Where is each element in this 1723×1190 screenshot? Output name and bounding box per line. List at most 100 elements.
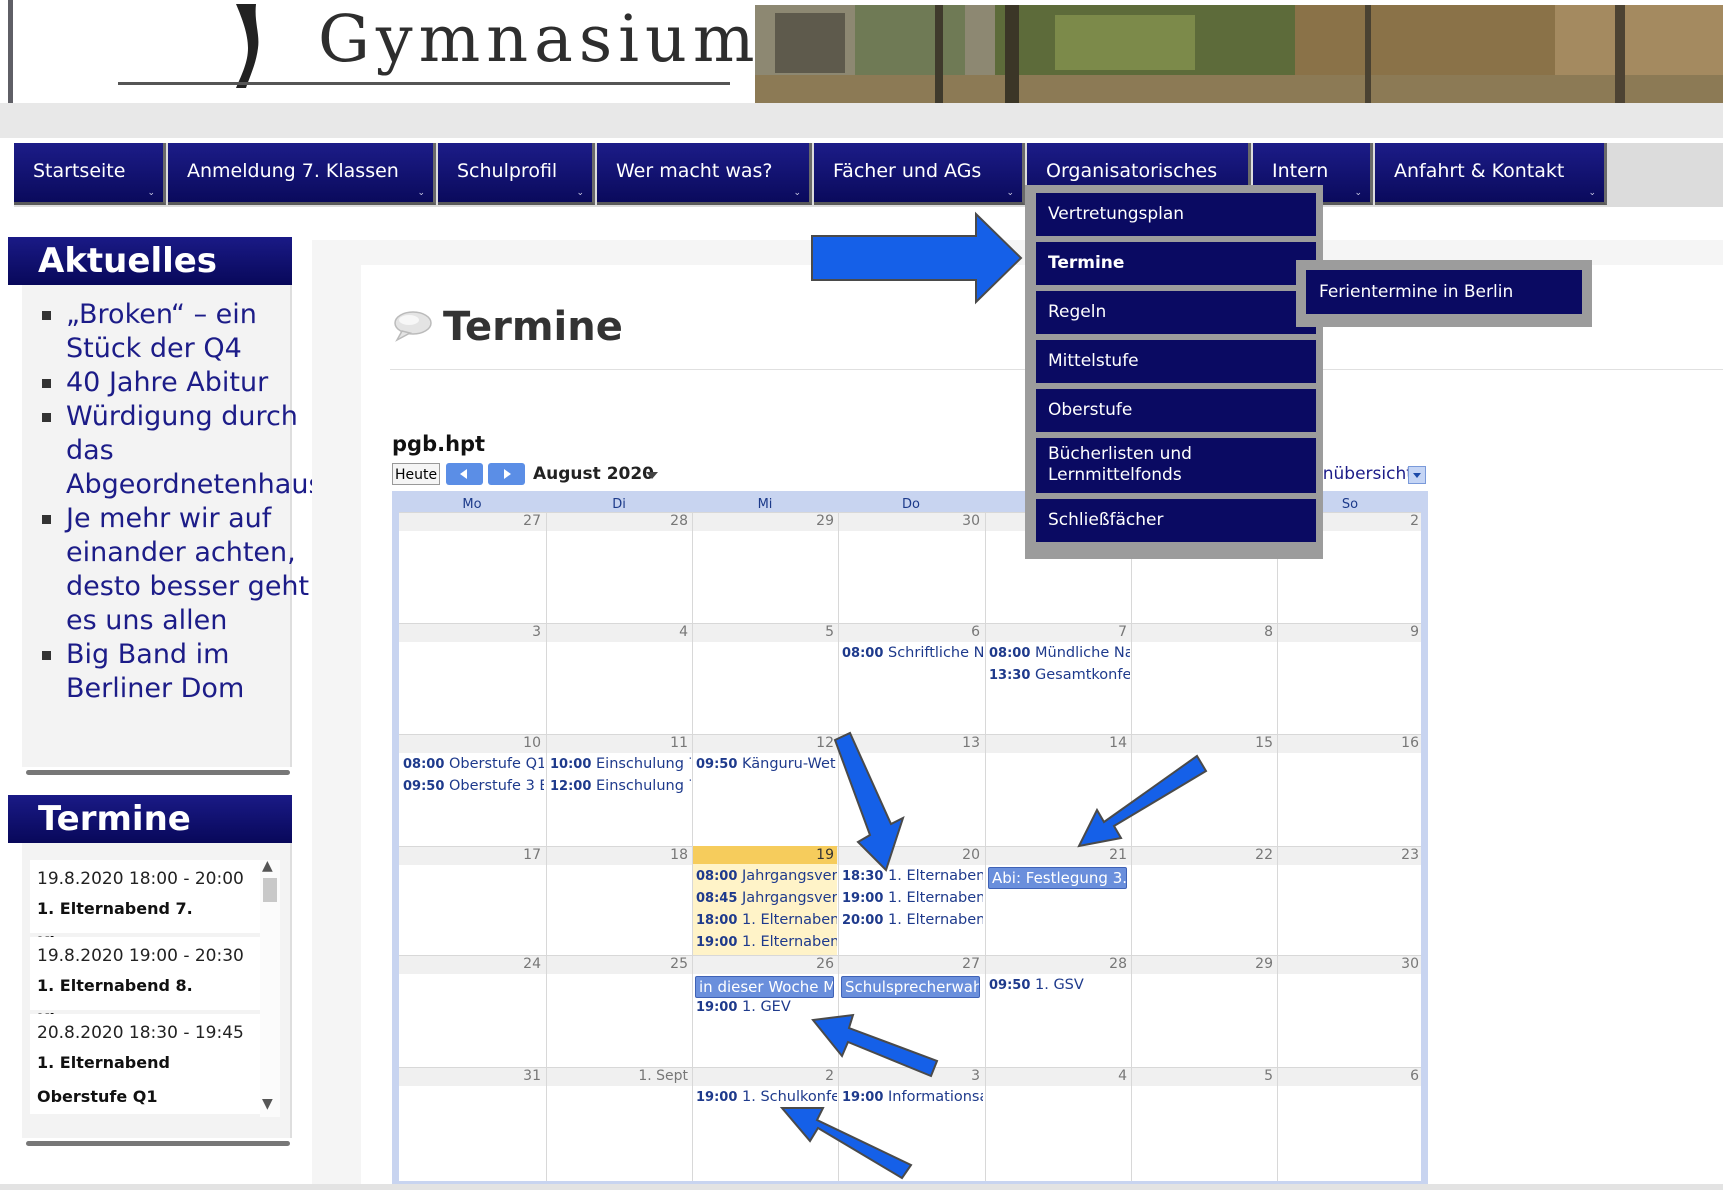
menu-item-oberstufe[interactable]: Oberstufe <box>1036 389 1316 432</box>
next-month-button[interactable] <box>488 463 525 485</box>
calendar-event[interactable]: 09:50 Oberstufe 3 E <box>403 778 544 794</box>
nav-faecher[interactable]: Fächer und AGs ⌄ <box>814 143 1025 205</box>
calendar-event[interactable]: 19:00 Informationsa <box>842 1089 983 1105</box>
day-number[interactable]: 7 <box>985 624 1127 640</box>
day-number[interactable]: 21 <box>985 847 1127 863</box>
menu-item-regeln[interactable]: Regeln <box>1036 291 1316 334</box>
menu-item-ferientermine[interactable]: Ferientermine in Berlin <box>1306 270 1582 314</box>
day-number[interactable]: 31 <box>399 1068 541 1084</box>
allday-event[interactable]: in dieser Woche M <box>695 976 834 998</box>
day-number[interactable]: 16 <box>1277 735 1419 751</box>
calendar-event[interactable]: 19:00 1. Schulkonfe <box>696 1089 837 1105</box>
day-number[interactable]: 20 <box>838 847 980 863</box>
calendar-event[interactable]: 09:50 Känguru-Wet <box>696 756 837 772</box>
weekday-label: Di <box>612 497 626 512</box>
day-number[interactable]: 23 <box>1277 847 1419 863</box>
day-number[interactable]: 24 <box>399 956 541 972</box>
day-number[interactable]: 19 <box>692 847 834 863</box>
calendar-event[interactable]: 19:00 1. GEV <box>696 999 837 1015</box>
nav-anfahrt-kontakt[interactable]: Anfahrt & Kontakt ⌄ <box>1375 143 1607 205</box>
nav-anmeldung[interactable]: Anmeldung 7. Klassen ⌄ <box>168 143 436 205</box>
calendar-event[interactable]: 08:00 Mündliche Nac <box>989 645 1130 661</box>
termin-entry[interactable]: 20.8.2020 18:30 - 19:45 1. Elternabend O… <box>30 1014 262 1114</box>
day-number[interactable]: 2 <box>692 1068 834 1084</box>
month-dropdown-icon[interactable] <box>646 472 658 479</box>
day-number[interactable]: 25 <box>546 956 688 972</box>
calendar-event[interactable]: 18:00 1. Elternabend <box>696 912 837 928</box>
day-number[interactable]: 15 <box>1131 735 1273 751</box>
menu-item-mittelstufe[interactable]: Mittelstufe <box>1036 340 1316 383</box>
news-link[interactable]: Würdigung durch das Abgeordnetenhaus <box>38 400 323 502</box>
nav-startseite[interactable]: Startseite ⌄ <box>14 143 166 205</box>
day-number[interactable]: 29 <box>1131 956 1273 972</box>
view-mode-label[interactable]: inübersicht <box>1318 464 1413 484</box>
calendar-event[interactable]: 18:30 1. Elternabend <box>842 868 983 884</box>
day-number[interactable]: 6 <box>1277 1068 1419 1084</box>
event-time: 08:00 <box>696 869 738 884</box>
calendar-event[interactable]: 19:00 1. Elternabend <box>842 890 983 906</box>
menu-item-label: Oberstufe <box>1048 400 1133 420</box>
termin-entry[interactable]: 19.8.2020 19:00 - 20:30 1. Elternabend 8… <box>30 937 262 1029</box>
day-number[interactable]: 3 <box>399 624 541 640</box>
nav-schulprofil[interactable]: Schulprofil ⌄ <box>438 143 595 205</box>
scroll-up-icon[interactable]: ▲ <box>262 858 273 874</box>
allday-event[interactable]: Abi: Festlegung 3. <box>988 867 1127 889</box>
day-number[interactable]: 14 <box>985 735 1127 751</box>
news-link[interactable]: „Broken“ – ein Stück der Q4 <box>38 298 318 366</box>
nav-wer-macht-was[interactable]: Wer macht was? ⌄ <box>597 143 812 205</box>
view-dropdown-icon[interactable] <box>1408 466 1426 484</box>
day-number[interactable]: 26 <box>692 956 834 972</box>
day-number[interactable]: 30 <box>1277 956 1419 972</box>
calendar-event[interactable]: 13:30 Gesamtkonfer <box>989 667 1130 683</box>
day-number[interactable]: 22 <box>1131 847 1273 863</box>
day-number[interactable]: 3 <box>838 1068 980 1084</box>
calendar-event[interactable]: 08:00 Jahrgangsver <box>696 868 837 884</box>
news-link[interactable]: 40 Jahre Abitur <box>38 366 318 400</box>
day-number[interactable]: 28 <box>546 513 688 529</box>
calendar-event[interactable]: 12:00 Einschulung 7 <box>550 778 691 794</box>
today-button[interactable]: Heute <box>392 463 440 485</box>
news-link[interactable]: Je mehr wir auf einander achten, desto b… <box>38 502 318 638</box>
day-number[interactable]: 4 <box>985 1068 1127 1084</box>
day-number[interactable]: 1. Sept <box>546 1068 688 1084</box>
calendar-event[interactable]: 19:00 1. Elternabend <box>696 934 837 950</box>
day-number[interactable]: 27 <box>838 956 980 972</box>
news-link[interactable]: Big Band im Berliner Dom <box>38 638 318 706</box>
calendar-event[interactable]: 20:00 1. Elternabend <box>842 912 983 928</box>
prev-month-button[interactable] <box>446 463 483 485</box>
day-number[interactable]: 10 <box>399 735 541 751</box>
scrollbar-thumb[interactable] <box>263 878 277 902</box>
allday-event[interactable]: Schulsprecherwah <box>841 976 980 998</box>
day-number[interactable]: 9 <box>1277 624 1419 640</box>
event-time: 19:00 <box>842 1090 884 1105</box>
termin-entry[interactable]: 19.8.2020 18:00 - 20:00 1. Elternabend 7… <box>30 860 262 952</box>
day-number[interactable]: 12 <box>692 735 834 751</box>
calendar-event[interactable]: 08:45 Jahrgangsver <box>696 890 837 906</box>
scroll-down-icon[interactable]: ▼ <box>262 1096 273 1112</box>
day-number[interactable]: 6 <box>838 624 980 640</box>
event-time: 08:00 <box>989 646 1031 661</box>
event-title: 1. Elternabend <box>888 912 983 928</box>
menu-item-schliessfaecher[interactable]: Schließfächer <box>1036 499 1316 542</box>
day-number[interactable]: 4 <box>546 624 688 640</box>
day-number[interactable]: 5 <box>1131 1068 1273 1084</box>
day-number[interactable]: 11 <box>546 735 688 751</box>
day-number[interactable]: 27 <box>399 513 541 529</box>
day-number[interactable]: 30 <box>838 513 980 529</box>
event-title: Jahrgangsver <box>742 868 837 884</box>
menu-item-buecherlisten[interactable]: Bücherlisten und Lernmittelfonds <box>1036 438 1316 493</box>
day-number[interactable]: 5 <box>692 624 834 640</box>
day-number[interactable]: 13 <box>838 735 980 751</box>
day-number[interactable]: 8 <box>1131 624 1273 640</box>
calendar-event[interactable]: 08:00 Schriftliche Na <box>842 645 983 661</box>
menu-item-termine[interactable]: Termine» <box>1036 242 1316 285</box>
day-number[interactable]: 17 <box>399 847 541 863</box>
day-number[interactable]: 18 <box>546 847 688 863</box>
calendar-event[interactable]: 08:00 Oberstufe Q1 <box>403 756 544 772</box>
calendar-event[interactable]: 10:00 Einschulung 7 <box>550 756 691 772</box>
day-number[interactable]: 28 <box>985 956 1127 972</box>
day-number[interactable]: 29 <box>692 513 834 529</box>
calendar-event[interactable]: 09:50 1. GSV <box>989 977 1130 993</box>
menu-item-vertretungsplan[interactable]: Vertretungsplan <box>1036 193 1316 236</box>
box-shadow <box>26 770 290 775</box>
